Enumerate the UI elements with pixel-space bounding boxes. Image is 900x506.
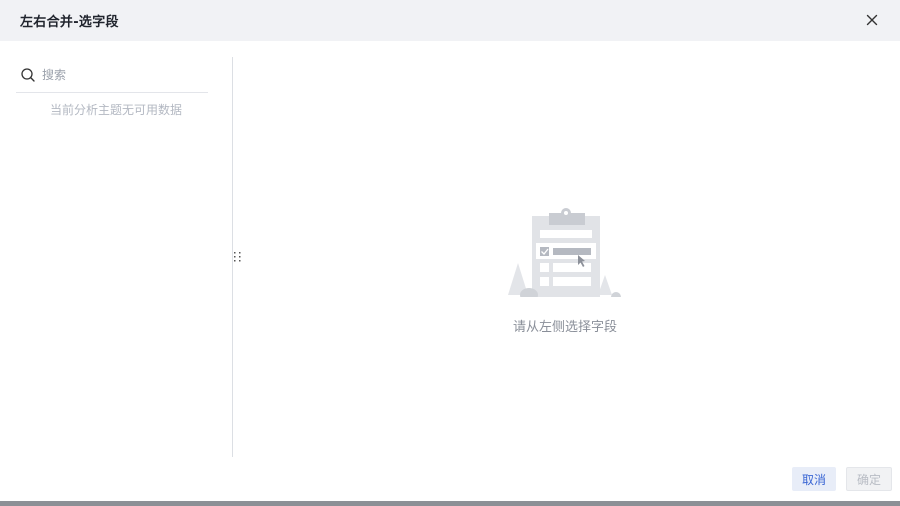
field-list-panel: 当前分析主题无可用数据 [16,57,208,457]
empty-state: 请从左侧选择字段 [500,203,630,335]
drag-handle-icon[interactable] [233,250,243,264]
bottom-scroll-bar [0,501,900,506]
close-icon[interactable] [864,12,880,28]
search-bar [16,57,208,93]
dialog-header: 左右合并-选字段 [0,0,900,41]
cancel-button[interactable]: 取消 [792,467,836,491]
empty-state-message: 请从左侧选择字段 [512,320,617,335]
dialog-title: 左右合并-选字段 [20,15,119,30]
confirm-button[interactable]: 确定 [846,467,892,491]
select-fields-dialog: 左右合并-选字段 当前分析主题无可用数据 [0,0,900,506]
search-icon [20,67,36,83]
no-data-message: 当前分析主题无可用数据 [49,103,182,117]
empty-clipboard-illustration [500,208,630,303]
search-input[interactable] [42,67,192,82]
